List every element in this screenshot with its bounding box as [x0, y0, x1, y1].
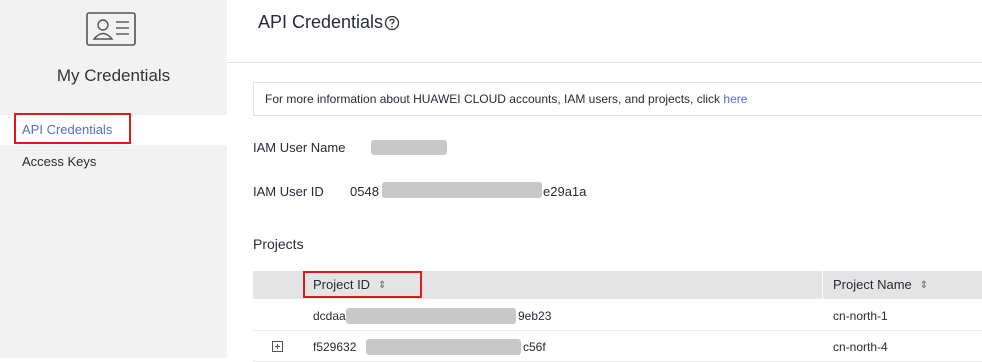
sort-icon[interactable]: ⇕: [920, 272, 928, 300]
expand-row-icon[interactable]: [272, 341, 283, 352]
sidebar-title: My Credentials: [56, 66, 171, 85]
column-divider: [822, 271, 823, 299]
iam-user-id-suffix: e29a1a: [543, 184, 587, 199]
page-header: API Credentials: [227, 0, 982, 63]
info-link-here[interactable]: here: [723, 92, 747, 106]
sidebar: My Credentials API Credentials Access Ke…: [0, 0, 227, 358]
sidebar-item-access-keys[interactable]: Access Keys: [0, 147, 227, 177]
table-row[interactable]: dcdaa 9eb23 cn-north-1: [253, 301, 982, 331]
help-circle-icon[interactable]: [384, 15, 400, 31]
project-id-suffix: 9eb23: [518, 309, 552, 323]
redacted-project-id: [346, 308, 516, 324]
iam-user-name-label: IAM User Name: [253, 140, 346, 155]
iam-user-id-prefix: 0548: [350, 184, 379, 199]
page-title: API Credentials: [258, 12, 384, 32]
redacted-user-name: [371, 140, 447, 155]
project-id-prefix: dcdaa: [313, 309, 346, 323]
sidebar-item-label: API Credentials: [22, 122, 113, 137]
column-project-id[interactable]: Project ID ⇕: [313, 271, 386, 299]
sidebar-item-label: Access Keys: [22, 154, 97, 169]
info-text: For more information about HUAWEI CLOUD …: [265, 92, 724, 106]
iam-user-id-label: IAM User ID: [253, 184, 324, 199]
sidebar-item-api-credentials[interactable]: API Credentials: [0, 115, 227, 145]
sort-icon[interactable]: ⇕: [378, 272, 386, 300]
table-header: Project ID ⇕ Project Name ⇕: [253, 271, 982, 299]
column-label: Project Name: [833, 277, 912, 292]
redacted-project-id: [366, 339, 521, 355]
redacted-user-id: [382, 182, 542, 198]
project-name: cn-north-1: [833, 309, 888, 323]
column-project-name[interactable]: Project Name ⇕: [833, 271, 928, 299]
info-banner: For more information about HUAWEI CLOUD …: [253, 82, 982, 116]
projects-title: Projects: [253, 236, 304, 252]
column-label: Project ID: [313, 277, 371, 292]
credentials-card-icon: [86, 12, 136, 46]
